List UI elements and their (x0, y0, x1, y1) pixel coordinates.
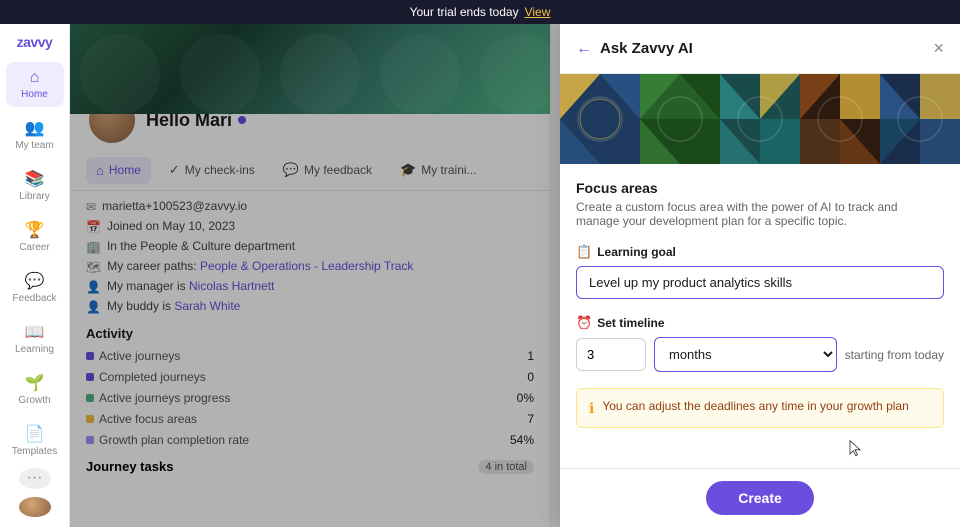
sidebar-item-label: Library (19, 191, 50, 202)
main-content: Hello Mari ⌂ Home ✓ My check-ins 💬 (70, 24, 960, 527)
sidebar-item-label: Growth (18, 395, 50, 406)
sidebar-logo: zavvy (17, 34, 53, 50)
sidebar-more-button[interactable]: ··· (19, 468, 51, 489)
focus-areas-desc: Create a custom focus area with the powe… (576, 200, 944, 228)
sidebar-item-library[interactable]: 📚 Library (6, 162, 64, 209)
sidebar-item-templates[interactable]: 📄 Templates (6, 417, 64, 464)
sidebar-item-my-team[interactable]: 👥 My team (6, 111, 64, 158)
sidebar-item-label: Templates (12, 446, 58, 457)
focus-areas-section-title: Focus areas (576, 180, 944, 196)
modal-title: Ask Zavvy AI (600, 40, 693, 57)
modal-close-button[interactable]: × (933, 38, 944, 59)
growth-icon: 🌱 (25, 373, 45, 393)
modal-overlay: ← Ask Zavvy AI × (70, 24, 960, 527)
timeline-unit-select[interactable]: months days weeks years (654, 337, 837, 372)
modal-footer: Create (560, 468, 960, 527)
timeline-row: months days weeks years starting from to… (576, 337, 944, 372)
timeline-suffix: starting from today (845, 348, 944, 362)
info-text: You can adjust the deadlines any time in… (602, 399, 908, 413)
sidebar-item-label: Career (19, 242, 50, 253)
sidebar-item-label: Learning (15, 344, 54, 355)
trial-banner: Your trial ends today View (0, 0, 960, 24)
timeline-label: ⏰ Set timeline (576, 315, 944, 331)
sidebar-item-label: Feedback (13, 293, 57, 304)
sidebar-item-home[interactable]: ⌂ Home (6, 62, 64, 107)
avatar-image (19, 497, 51, 518)
sidebar-item-learning[interactable]: 📖 Learning (6, 315, 64, 362)
avatar[interactable] (19, 497, 51, 518)
banner-text: Your trial ends today (410, 5, 519, 19)
feedback-icon: 💬 (25, 271, 45, 291)
learning-goal-input[interactable] (576, 266, 944, 299)
library-icon: 📚 (25, 169, 45, 189)
sidebar-item-label: My team (15, 140, 53, 151)
timeline-icon: ⏰ (576, 315, 592, 331)
learning-goal-label: 📋 Learning goal (576, 244, 944, 260)
modal-title-row: ← Ask Zavvy AI (576, 40, 693, 58)
sidebar-item-label: Home (21, 89, 48, 100)
info-box: ℹ You can adjust the deadlines any time … (576, 388, 944, 428)
learning-icon: 📖 (25, 322, 45, 342)
sidebar-item-feedback[interactable]: 💬 Feedback (6, 264, 64, 311)
ask-zavvy-modal: ← Ask Zavvy AI × (560, 24, 960, 527)
sidebar-item-career[interactable]: 🏆 Career (6, 213, 64, 260)
timeline-field-group: ⏰ Set timeline months days weeks years (576, 315, 944, 372)
sidebar: zavvy ⌂ Home 👥 My team 📚 Library 🏆 Caree… (0, 24, 70, 527)
career-icon: 🏆 (25, 220, 45, 240)
modal-banner (560, 74, 960, 164)
modal-back-button[interactable]: ← (576, 40, 592, 58)
banner-link[interactable]: View (525, 5, 551, 19)
home-icon: ⌂ (30, 69, 40, 87)
sidebar-item-growth[interactable]: 🌱 Growth (6, 366, 64, 413)
create-button[interactable]: Create (706, 481, 814, 515)
templates-icon: 📄 (25, 424, 45, 444)
learning-goal-icon: 📋 (576, 244, 592, 260)
modal-header: ← Ask Zavvy AI × (560, 24, 960, 74)
modal-body: Focus areas Create a custom focus area w… (560, 164, 960, 468)
timeline-number-input[interactable] (576, 338, 646, 371)
team-icon: 👥 (25, 118, 45, 138)
learning-goal-field-group: 📋 Learning goal (576, 244, 944, 299)
info-icon: ℹ (589, 400, 594, 417)
